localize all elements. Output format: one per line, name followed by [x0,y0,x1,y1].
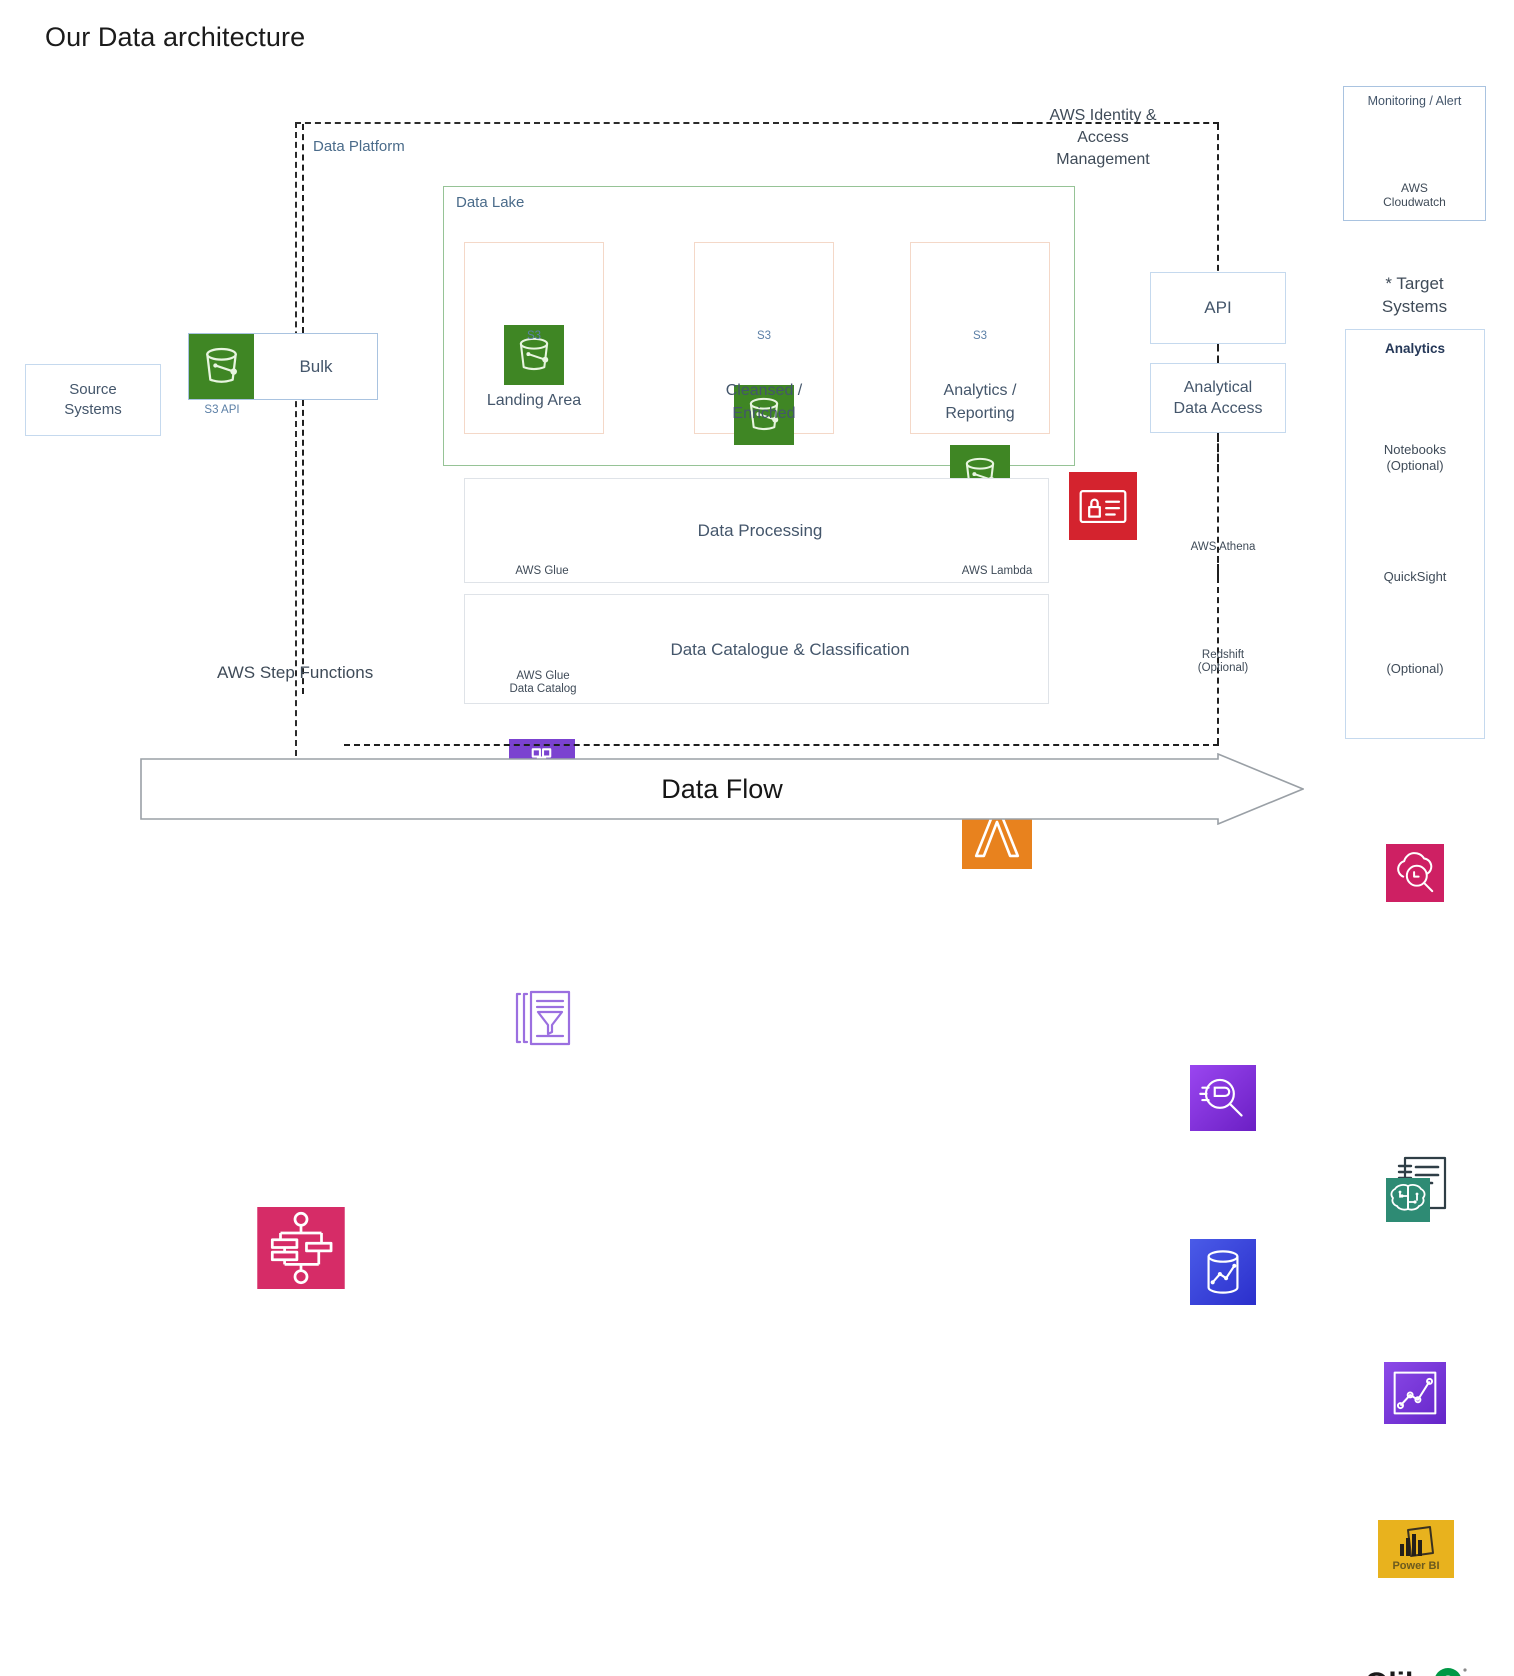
step-functions-connector [344,744,1219,746]
aws-iam-icon [1069,472,1137,540]
data-lake-zone-icon-caption: S3 [464,330,604,343]
redshift-caption-line2: (Optional) [1198,662,1249,675]
data-lake-zone-label: Landing Area [464,390,604,412]
api-box[interactable]: API [1150,272,1286,344]
aws-glue-data-catalog-icon [511,986,575,1050]
target-systems-title-line2: Systems [1382,295,1447,318]
analytical-label-line1: Analytical [1184,377,1252,398]
analytical-to-athena-connector [1217,433,1219,470]
data-lake-zone-label: Analytics / Reporting [910,379,1050,425]
monitoring-title: Monitoring / Alert [1343,91,1486,111]
page-title: Our Data architecture [45,22,305,53]
aws-cloudwatch-caption: AWS Cloudwatch [1343,181,1486,209]
zone-label-line2: Enriched [732,402,795,425]
quicksight-caption: QuickSight [1345,570,1485,583]
notebooks-icon[interactable] [1380,1152,1452,1224]
qlik-wordmark: Qlik [1365,1667,1422,1676]
redshift-caption: Redshift (Optional) [1163,649,1283,675]
api-to-analytical-connector [1217,344,1219,363]
data-processing-label: Data Processing [600,518,920,544]
aws-glue-caption: AWS Glue [487,565,597,578]
aws-step-functions-icon [257,1207,345,1289]
iam-caption-line3: Management [1056,149,1149,171]
athena-to-redshift-connector [1217,556,1219,578]
qlik-logo[interactable]: Qlik [1364,1662,1468,1676]
quicksight-icon[interactable] [1384,1362,1446,1424]
data-lake-zone-icon-caption: S3 [694,330,834,343]
redshift-caption-line1: Redshift [1202,649,1244,662]
s3-bucket-icon [189,334,254,399]
bulk-connector-lower [302,400,304,694]
platform-to-right-connector [1017,122,1219,124]
data-platform-label: Data Platform [313,138,405,155]
iam-caption-line2: Access [1077,127,1129,149]
aws-athena-icon [1190,1065,1256,1131]
notebooks-caption: Notebooks (Optional) [1345,442,1485,474]
aws-iam-caption: AWS Identity & Access Management [1008,105,1198,171]
target-systems-title: * Target Systems [1343,272,1486,318]
analytics-panel [1345,329,1485,739]
catalog-caption-line1: AWS Glue [516,670,569,683]
aws-athena-caption: AWS Athena [1163,541,1283,554]
zone-label-line2: Reporting [945,402,1014,425]
analytical-label-line2: Data Access [1174,398,1263,419]
zone-label-line1: Analytics / [944,379,1017,402]
aws-lambda-caption: AWS Lambda [937,565,1057,578]
data-catalogue-label: Data Catalogue & Classification [590,637,990,663]
notebooks-caption-line1: Notebooks [1384,442,1446,458]
aws-step-functions-label: AWS Step Functions [217,663,373,683]
powerbi-icon[interactable]: Power BI [1378,1520,1454,1578]
powerbi-icon-text: Power BI [1392,1560,1439,1572]
s3-api-caption: S3 API [189,404,255,417]
notebooks-caption-line2: (Optional) [1386,458,1443,474]
analytical-data-access-box[interactable]: Analytical Data Access [1150,363,1286,433]
cloudwatch-caption-line2: Cloudwatch [1383,195,1446,209]
bulk-label: Bulk [254,333,378,400]
aws-cloudwatch-icon [1386,844,1444,902]
analytics-panel-title: Analytics [1345,339,1485,357]
aws-glue-catalog-caption: AWS Glue Data Catalog [488,670,598,696]
source-systems-box[interactable]: Source Systems [25,364,161,436]
data-flow-label: Data Flow [140,753,1304,825]
data-lake-label: Data Lake [456,194,524,211]
cloudwatch-caption-line1: AWS [1401,181,1428,195]
data-lake-zone-icon-caption: S3 [910,330,1050,343]
source-systems-label-line2: Systems [64,400,122,420]
powerbi-caption: (Optional) [1345,662,1485,675]
redshift-icon [1190,1239,1256,1305]
data-lake-zone-label: Cleansed / Enriched [694,379,834,425]
bulk-connector-upper [302,124,304,333]
catalog-caption-line2: Data Catalog [509,683,576,696]
target-systems-title-line1: * Target [1385,272,1443,295]
source-systems-label-line1: Source [69,380,117,400]
zone-label-line1: Cleansed / [726,379,803,402]
